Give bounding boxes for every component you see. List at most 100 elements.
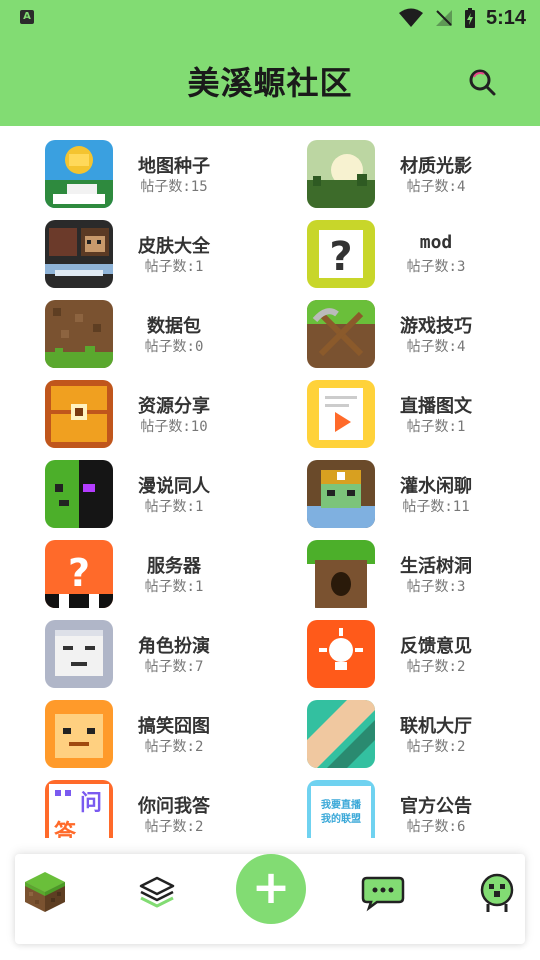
funny-face-icon [45, 700, 113, 768]
board-post-count: 帖子数:7 [144, 659, 204, 675]
live-doc-icon [307, 380, 375, 448]
board-name: 服务器 [147, 556, 201, 577]
board-post-count: 帖子数:1 [406, 419, 466, 435]
map-seed-icon [45, 140, 113, 208]
board-name: 搞笑囧图 [138, 716, 210, 737]
board-item[interactable]: ? mod 帖子数:3 [307, 220, 537, 292]
tips-icon [307, 300, 375, 368]
board-item[interactable]: ? 服务器帖子数:1 [45, 540, 275, 612]
no-signal-icon [434, 8, 454, 28]
board-post-count: 帖子数:1 [144, 579, 204, 595]
board-post-count: 帖子数:3 [406, 579, 466, 595]
board-item[interactable]: 反馈意见帖子数:2 [307, 620, 537, 692]
battery-charging-icon [464, 7, 476, 29]
add-icon: + [251, 860, 291, 914]
board-name: 皮肤大全 [138, 236, 210, 257]
feedback-bulb-icon [307, 620, 375, 688]
add-post-button[interactable]: + [236, 854, 306, 924]
board-post-count: 帖子数:1 [144, 499, 204, 515]
board-name: 游戏技巧 [400, 316, 472, 337]
board-post-count: 帖子数:0 [144, 339, 204, 355]
board-item[interactable]: 数据包帖子数:0 [45, 300, 275, 372]
board-post-count: 帖子数:10 [140, 419, 208, 435]
announcement-icon: 我要直播 我的联盟 [307, 780, 375, 838]
resource-chest-icon [45, 380, 113, 448]
app-notification-icon: A [20, 10, 34, 24]
nav-boards[interactable] [135, 870, 183, 918]
layers-icon [139, 876, 175, 908]
board-post-count: 帖子数:2 [144, 739, 204, 755]
texture-shader-icon [307, 140, 375, 208]
svg-text:我要直播: 我要直播 [321, 798, 362, 811]
svg-text:我的联盟: 我的联盟 [321, 812, 361, 825]
board-name: 资源分享 [138, 396, 210, 417]
search-icon [469, 69, 496, 96]
nav-home[interactable] [23, 870, 71, 918]
server-icon: ? [45, 540, 113, 608]
board-name: 直播图文 [400, 396, 472, 417]
board-name: 反馈意见 [400, 636, 472, 657]
board-item[interactable]: 角色扮演帖子数:7 [45, 620, 275, 692]
nav-profile[interactable] [475, 870, 523, 918]
top-bar: A 5:14 美溪螈社区 [0, 0, 540, 126]
svg-text:?: ? [68, 551, 90, 595]
datapack-icon [45, 300, 113, 368]
multiplayer-icon [307, 700, 375, 768]
board-post-count: 帖子数:2 [406, 739, 466, 755]
board-item[interactable]: 灌水闲聊帖子数:11 [307, 460, 537, 532]
mod-icon: ? [307, 220, 375, 288]
status-time: 5:14 [485, 6, 526, 29]
board-name: 官方公告 [400, 796, 472, 817]
board-list[interactable]: 地图种子 帖子数:15 材质光影帖子数:4 皮肤大全帖子数:1 ? mod 帖子数:3… [0, 126, 540, 838]
status-indicators: 5:14 [398, 6, 526, 30]
wifi-icon [398, 8, 424, 28]
chat-zombie-icon [307, 460, 375, 528]
search-button[interactable] [466, 66, 498, 98]
grass-block-icon [25, 872, 65, 912]
board-post-count: 帖子数:1 [144, 259, 204, 275]
profile-creeper-icon [480, 873, 514, 912]
svg-text:答: 答 [54, 820, 77, 838]
skin-icon [45, 220, 113, 288]
board-name: 地图种子 [138, 156, 210, 177]
board-item[interactable]: 游戏技巧帖子数:4 [307, 300, 537, 372]
board-post-count: 帖子数:2 [144, 819, 204, 835]
board-post-count: 帖子数:2 [406, 659, 466, 675]
board-post-count: 帖子数:4 [406, 339, 466, 355]
board-name: 联机大厅 [400, 716, 472, 737]
tree-hole-icon [307, 540, 375, 608]
board-item[interactable]: 联机大厅帖子数:2 [307, 700, 537, 772]
svg-text:问: 问 [80, 791, 102, 816]
board-name: 生活树洞 [400, 556, 472, 577]
board-item[interactable]: 直播图文帖子数:1 [307, 380, 537, 452]
fanart-icon [45, 460, 113, 528]
qa-icon: 问 答 [45, 780, 113, 838]
board-name: 灌水闲聊 [400, 476, 472, 497]
board-name: 你问我答 [138, 796, 210, 817]
board-name: mod [419, 232, 453, 253]
board-item[interactable]: 问 答 你问我答帖子数:2 [45, 780, 275, 838]
board-item[interactable]: 漫说同人帖子数:1 [45, 460, 275, 532]
board-name: 角色扮演 [138, 636, 210, 657]
roleplay-mask-icon [45, 620, 113, 688]
status-bar: A 5:14 [0, 0, 540, 36]
board-name: 材质光影 [400, 156, 472, 177]
board-item[interactable]: 搞笑囧图帖子数:2 [45, 700, 275, 772]
board-post-count: 帖子数:6 [406, 819, 466, 835]
board-item[interactable]: 皮肤大全帖子数:1 [45, 220, 275, 292]
board-post-count: 帖子数:3 [406, 259, 466, 275]
board-name: 漫说同人 [138, 476, 210, 497]
nav-messages[interactable] [361, 870, 409, 918]
message-icon [361, 876, 405, 912]
page-title: 美溪螈社区 [187, 64, 353, 102]
board-post-count: 帖子数:4 [406, 179, 466, 195]
board-item[interactable]: 生活树洞帖子数:3 [307, 540, 537, 612]
board-item[interactable]: 我要直播 我的联盟 官方公告帖子数:6 [307, 780, 537, 838]
board-post-count: 帖子数:11 [402, 499, 470, 515]
board-item[interactable]: 地图种子 帖子数:15 [45, 140, 275, 212]
board-name: 数据包 [147, 316, 201, 337]
board-item[interactable]: 资源分享帖子数:10 [45, 380, 275, 452]
board-item[interactable]: 材质光影帖子数:4 [307, 140, 537, 212]
bottom-nav: + [15, 854, 525, 944]
svg-text:?: ? [329, 234, 352, 280]
